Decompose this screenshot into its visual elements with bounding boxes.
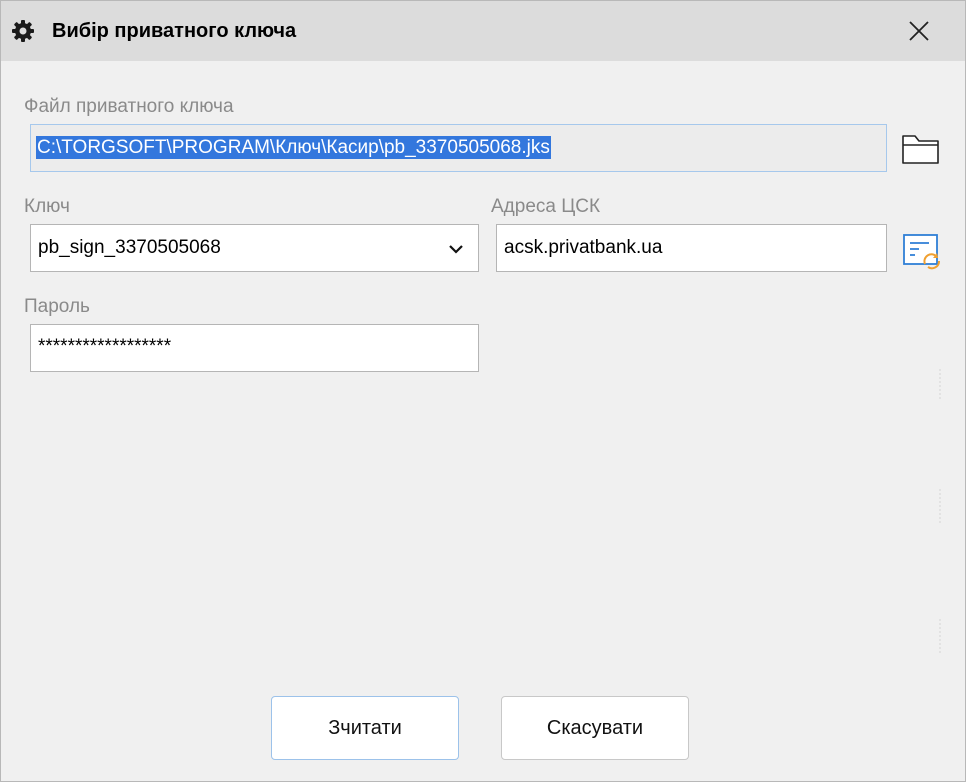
password-masked-value: ******************: [38, 336, 172, 357]
server-list-refresh-icon: [903, 234, 940, 270]
csk-address-label: Адреса ЦСК: [491, 196, 601, 217]
key-file-input[interactable]: C:\TORGSOFT\PROGRAM\Ключ\Касир\pb_337050…: [30, 124, 887, 172]
csk-server-button[interactable]: [901, 232, 943, 270]
key-file-label: Файл приватного ключа: [24, 96, 234, 117]
csk-address-value: acsk.privatbank.ua: [504, 237, 663, 258]
password-label: Пароль: [24, 296, 90, 317]
close-icon: [909, 21, 929, 41]
divider: [939, 369, 943, 399]
folder-icon: [902, 135, 939, 164]
csk-address-input[interactable]: acsk.privatbank.ua: [496, 224, 887, 272]
key-file-path: C:\TORGSOFT\PROGRAM\Ключ\Касир\pb_337050…: [36, 136, 551, 159]
divider: [939, 619, 943, 653]
password-input[interactable]: ******************: [30, 324, 479, 372]
key-select[interactable]: pb_sign_3370505068: [30, 224, 479, 272]
key-select-value: pb_sign_3370505068: [38, 237, 221, 258]
cancel-button[interactable]: Скасувати: [501, 696, 689, 760]
title-bar: Вибір приватного ключа: [1, 1, 965, 61]
gear-icon: [11, 19, 35, 43]
close-button[interactable]: [897, 9, 941, 53]
key-label: Ключ: [24, 196, 70, 217]
chevron-down-icon: [449, 245, 463, 254]
divider: [939, 489, 943, 523]
read-button[interactable]: Зчитати: [271, 696, 459, 760]
browse-file-button[interactable]: [901, 132, 941, 166]
dialog-window: Вибір приватного ключа Файл приватного к…: [0, 0, 966, 782]
dialog-title: Вибір приватного ключа: [52, 20, 297, 42]
